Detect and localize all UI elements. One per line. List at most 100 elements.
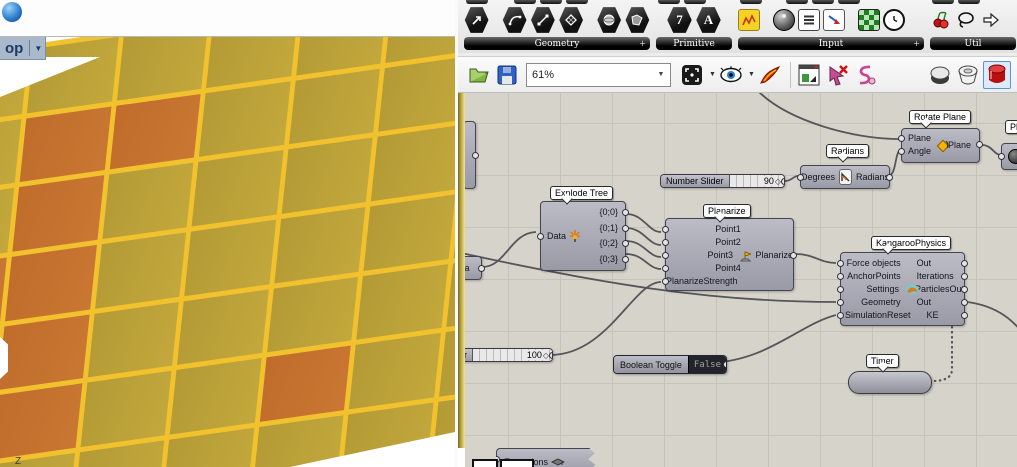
graph-mapper-icon[interactable]: [738, 9, 760, 31]
wireframe-preview-icon[interactable]: [955, 62, 981, 88]
tab-expand-icon[interactable]: +: [639, 39, 646, 48]
output-port[interactable]: [781, 178, 785, 185]
number-slider[interactable]: Number Slider 90 ◇: [660, 174, 785, 188]
shaded-preview-icon[interactable]: [983, 61, 1011, 89]
tab-input[interactable]: Input +: [738, 37, 924, 50]
cancel-cursor-icon[interactable]: [824, 62, 850, 88]
preview-eye-icon[interactable]: [718, 62, 744, 88]
chevron-down-icon[interactable]: ▼: [748, 71, 755, 78]
clipped-plane-node[interactable]: [1001, 143, 1017, 170]
tab-expand-icon[interactable]: +: [913, 39, 920, 48]
planarize-node[interactable]: Point1 Point2 Point3 Planarize Point4 Pl…: [665, 218, 794, 291]
rotate-plane-node[interactable]: Plane Angle Plane: [901, 128, 980, 163]
mesh-cell: [20, 106, 111, 182]
clock-icon[interactable]: [883, 9, 905, 31]
planarize-icon: [738, 249, 751, 262]
rhino-app-icon[interactable]: [2, 2, 22, 22]
letter-hex-icon[interactable]: A: [696, 6, 722, 34]
zoom-extents-icon[interactable]: [679, 62, 705, 88]
output-port[interactable]: [976, 141, 983, 148]
tab-util[interactable]: Util: [930, 37, 1016, 50]
input-port[interactable]: [837, 286, 844, 293]
mesh-cell: [87, 302, 178, 378]
tab-geometry[interactable]: Geometry +: [464, 37, 650, 50]
kangaroo-physics-node[interactable]: Force objectsOut AnchorPointsIterations …: [840, 252, 965, 326]
rhino-viewport[interactable]: Z op ▼: [0, 37, 455, 467]
gradient-icon[interactable]: [823, 9, 845, 31]
input-port[interactable]: [898, 148, 905, 155]
input-port[interactable]: [662, 226, 669, 233]
jump-arrow-icon[interactable]: [980, 9, 1002, 31]
input-port[interactable]: [837, 312, 844, 319]
viewport-title[interactable]: op: [5, 40, 23, 57]
cherry-picker-icon[interactable]: [930, 9, 952, 31]
chevron-down-icon[interactable]: ▼: [709, 71, 716, 78]
save-file-icon[interactable]: [494, 62, 520, 88]
input-port[interactable]: [898, 135, 905, 142]
number-slider-partial[interactable]: der 100 ◇: [458, 348, 553, 362]
output-port[interactable]: [549, 352, 553, 359]
slider-track[interactable]: 90 ◇: [730, 175, 784, 187]
no-preview-icon[interactable]: [927, 62, 953, 88]
input-port[interactable]: [662, 265, 669, 272]
curve-icon[interactable]: [502, 6, 527, 34]
patch-icon[interactable]: [625, 6, 650, 34]
input-port[interactable]: [537, 233, 544, 240]
explode-tree-node[interactable]: Data {0;0} {0;1} {0;2} {0;3}: [540, 201, 626, 271]
slider-track[interactable]: 100 ◇: [473, 349, 552, 361]
line-icon[interactable]: [530, 6, 555, 34]
output-port[interactable]: [961, 260, 968, 267]
mesh-cell: [184, 220, 275, 296]
output-port[interactable]: [961, 273, 968, 280]
viewport-title-menu[interactable]: op ▼: [0, 37, 46, 60]
output-port[interactable]: [790, 252, 797, 259]
input-port[interactable]: [662, 239, 669, 246]
input-port[interactable]: [662, 278, 669, 285]
open-file-icon[interactable]: [466, 62, 492, 88]
gh-canvas[interactable]: a Explode Tree Data {0;0} {0;1}: [458, 93, 1017, 467]
param-label: a: [464, 263, 469, 273]
input-port[interactable]: [662, 252, 669, 259]
input-port[interactable]: [837, 299, 844, 306]
input-port[interactable]: [797, 174, 804, 181]
mesh-cell: [371, 125, 455, 201]
boolean-toggle[interactable]: Boolean Toggle False: [613, 355, 727, 374]
lasso-icon[interactable]: [955, 9, 977, 31]
surface-icon[interactable]: [559, 6, 584, 34]
input-label: Point3: [666, 249, 737, 262]
knob-icon[interactable]: [773, 9, 795, 31]
radians-node[interactable]: Degrees Radians: [800, 165, 890, 189]
output-port[interactable]: [961, 312, 968, 319]
output-label: Radians: [856, 172, 889, 182]
output-port[interactable]: [961, 286, 968, 293]
sketch-icon[interactable]: [852, 62, 878, 88]
swatch-icon[interactable]: [858, 9, 880, 31]
output-label: Planarize: [755, 249, 793, 262]
input-port[interactable]: [837, 260, 844, 267]
chevron-down-icon[interactable]: ▼: [34, 44, 42, 53]
output-port[interactable]: [472, 152, 479, 159]
tab-primitive[interactable]: Primitive: [656, 37, 732, 50]
sphere-icon[interactable]: [597, 6, 622, 34]
vector-icon[interactable]: [464, 6, 489, 34]
output-port[interactable]: [622, 225, 629, 232]
window-edge-strip: [458, 93, 465, 448]
timer-node[interactable]: [848, 371, 932, 394]
draw-pen-icon[interactable]: [757, 62, 783, 88]
input-port[interactable]: [837, 273, 844, 280]
output-port[interactable]: [723, 361, 727, 368]
output-port[interactable]: [961, 299, 968, 306]
output-label: {0;2}: [599, 237, 618, 250]
chevron-down-icon[interactable]: ▼: [654, 66, 668, 84]
input-port[interactable]: [998, 153, 1005, 160]
mesh-cell: [102, 163, 193, 239]
output-port[interactable]: [886, 174, 893, 181]
value-list-icon[interactable]: [798, 9, 820, 31]
zoom-level-combobox[interactable]: 61% ▼: [526, 63, 671, 87]
output-port[interactable]: [478, 265, 485, 272]
toggle-value[interactable]: False: [688, 356, 726, 373]
input-label: Angle: [908, 145, 931, 158]
output-port[interactable]: [622, 256, 629, 263]
remote-panel-icon[interactable]: [796, 62, 822, 88]
digit-hex-icon[interactable]: 7: [667, 6, 693, 34]
